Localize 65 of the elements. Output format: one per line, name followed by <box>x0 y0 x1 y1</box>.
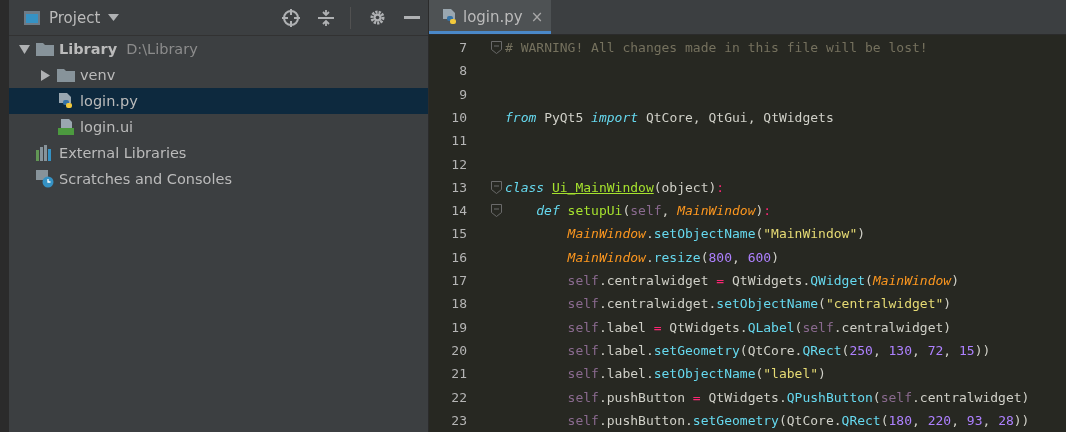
code-line: self.centralwidget.setObjectName("centralwidget") <box>567 296 952 312</box>
tree-item[interactable]: Library D:\Library <box>9 36 428 62</box>
collapsed-arrow-icon[interactable] <box>39 69 51 81</box>
code-line: from PyQt5 import QtCore, QtGui, QtWidgets <box>505 110 834 125</box>
collapse-all-icon[interactable] <box>318 8 334 27</box>
expanded-arrow-icon[interactable] <box>18 43 30 55</box>
line-number: 16 <box>450 249 468 265</box>
line-number: 22 <box>450 389 468 405</box>
dropdown-caret-icon[interactable] <box>108 13 120 22</box>
editor-tab[interactable]: login.py × <box>429 0 552 34</box>
tree-item-label: Scratches and Consoles <box>59 171 232 187</box>
line-number: 14 <box>450 203 468 219</box>
code-line: self.pushButton.setGeometry(QtCore.QRect(180, 220, 93, 28)) <box>567 412 1030 428</box>
code-line: def setupUi(self, MainWindow): <box>536 203 772 219</box>
code-line: self.label.setGeometry(QtCore.QRect(250, 130, 72, 15)) <box>567 342 991 358</box>
fold-marker-icon[interactable] <box>491 41 502 55</box>
project-path: D:\Library <box>126 41 198 57</box>
tree-item[interactable]: External Libraries <box>9 140 428 166</box>
line-number: 21 <box>450 366 468 382</box>
crosshair-icon[interactable] <box>282 8 300 27</box>
python-file-icon <box>441 7 459 26</box>
line-number: 11 <box>450 133 468 149</box>
tab-label: login.py <box>463 7 523 26</box>
code-line: MainWindow.resize(800, 600) <box>567 249 779 265</box>
console-clock-icon <box>36 170 54 188</box>
python-file-icon <box>57 92 75 110</box>
tree-item-label: venv <box>80 67 116 83</box>
library-bars-icon <box>36 145 54 161</box>
line-number: 12 <box>450 156 468 172</box>
tree-item-label: External Libraries <box>59 145 187 161</box>
tree-item[interactable]: venv <box>9 62 428 88</box>
tab-close-button[interactable]: × <box>530 7 544 26</box>
line-number: 7 <box>458 40 468 56</box>
line-number: 10 <box>450 110 468 125</box>
folder-icon <box>57 68 75 82</box>
tree-item-label: login.ui <box>80 119 134 135</box>
line-number: 8 <box>458 63 468 79</box>
code-line: # WARNING! All changes made in this file will be lost! <box>505 40 928 56</box>
fold-marker-icon[interactable] <box>491 204 502 218</box>
code-line: self.label.setObjectName("label") <box>567 366 826 382</box>
line-number: 15 <box>450 226 468 242</box>
code-line: self.centralwidget = QtWidgets.QWidget(MainWindow) <box>567 273 959 289</box>
code-line: self.pushButton = QtWidgets.QPushButton(self.centralwidget) <box>567 389 1030 405</box>
minimize-icon[interactable] <box>404 15 420 20</box>
tree-item[interactable]: login.ui <box>9 114 428 140</box>
code-line: self.label = QtWidgets.QLabel(self.centralwidget) <box>567 319 952 335</box>
code-line: class Ui_MainWindow(object): <box>505 179 725 195</box>
tree-item-label: login.py <box>80 93 138 109</box>
project-window-icon <box>23 9 41 26</box>
line-number: 13 <box>450 179 468 195</box>
line-number: 9 <box>458 86 468 102</box>
folder-icon <box>36 42 54 56</box>
code-line: MainWindow.setObjectName("MainWindow") <box>567 226 866 242</box>
tree-item[interactable]: Scratches and Consoles <box>9 166 428 192</box>
line-number: 20 <box>450 342 468 358</box>
tree-item[interactable]: login.py <box>9 88 428 114</box>
line-number: 19 <box>450 319 468 335</box>
tree-item-label: Library <box>59 41 118 57</box>
ui-file-icon <box>57 118 75 136</box>
settings-icon[interactable] <box>369 9 386 26</box>
fold-marker-icon[interactable] <box>491 180 502 194</box>
line-number: 23 <box>450 412 468 428</box>
line-number: 17 <box>450 273 468 289</box>
project-title[interactable]: Project <box>49 8 101 27</box>
line-number: 18 <box>450 296 468 312</box>
